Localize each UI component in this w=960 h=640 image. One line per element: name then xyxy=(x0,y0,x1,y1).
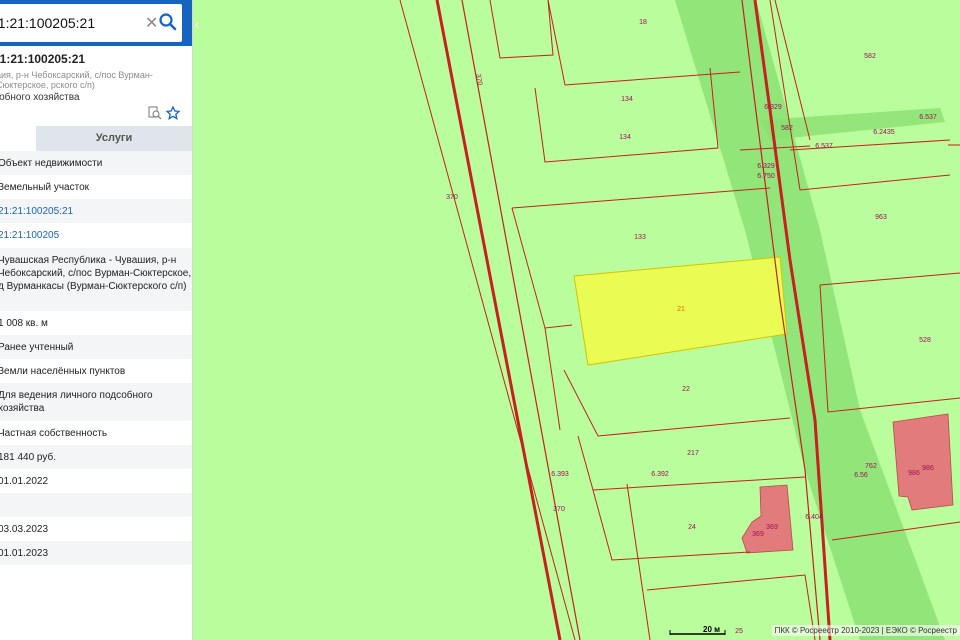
parcel-label: 986 xyxy=(908,470,920,477)
parcel-label: 22 xyxy=(682,386,690,393)
parcel-label: 528 xyxy=(919,337,931,344)
parcel-label: 582 xyxy=(781,125,793,132)
tab-info[interactable] xyxy=(0,126,36,153)
parcel-label: 762 xyxy=(865,463,877,470)
parcel-label: 6.404 xyxy=(805,514,823,521)
info-row-status: Ранее учтенный xyxy=(0,335,192,359)
parcel-label: 963 xyxy=(875,214,887,221)
parcel-label: 6.392 xyxy=(651,471,669,478)
info-row-date: 01.01.2022 xyxy=(0,476,49,487)
info-row-cadastral-value: 181 440 руб. xyxy=(0,445,192,469)
info-row-empty xyxy=(0,493,192,517)
parcel-label: 582 xyxy=(864,53,876,60)
parcel-label: 370 xyxy=(446,194,458,201)
parcel-label: 369 xyxy=(752,531,764,538)
info-row-cadastral-quarter[interactable]: 21:21:100205 xyxy=(0,223,192,248)
parcel-label: 6.537 xyxy=(815,143,833,150)
parcel-label: 6.56 xyxy=(854,472,868,479)
search-input[interactable]: 21:21:100205:21 xyxy=(0,15,95,31)
parcel-label: 24 xyxy=(688,524,696,531)
info-row-cadastral-number[interactable]: 21:21:100205:21 xyxy=(0,199,192,223)
parcel-label: 6.2435 xyxy=(873,129,895,136)
object-title: 21:21:100205:21 xyxy=(0,52,86,66)
search-box[interactable]: 21:21:100205:21 ✕ xyxy=(0,4,182,42)
tab-services[interactable]: Услуги xyxy=(36,126,192,151)
info-row-category: Земли населённых пунктов xyxy=(0,366,126,377)
parcel-label: 6.750 xyxy=(757,173,775,180)
parcel-label: 6.537 xyxy=(919,114,937,121)
collapse-panel-button[interactable]: ‹ xyxy=(192,14,202,34)
search-document-icon[interactable] xyxy=(148,106,162,120)
parcel-label: 18 xyxy=(639,19,647,26)
parcel-label: 369 xyxy=(766,524,778,531)
parcel-label: 21 xyxy=(677,306,685,313)
object-address: аия, р-н Чебоксарский, с/пос Вурман-Сюкт… xyxy=(0,70,153,90)
info-row-kind: Земельный участок xyxy=(0,182,90,193)
parcel-label: 370 xyxy=(553,506,565,513)
search-icon[interactable] xyxy=(158,12,178,32)
parcel-label: 134 xyxy=(619,134,631,141)
search-bar: 21:21:100205:21 ✕ xyxy=(0,0,192,46)
parcel-label: 133 xyxy=(634,234,646,241)
object-use: собного хозяйства xyxy=(0,92,80,103)
scale-label: 20 м xyxy=(703,625,721,634)
parcel-label: 6.393 xyxy=(551,471,569,478)
building[interactable] xyxy=(892,413,954,511)
parcel-label: 134 xyxy=(621,96,633,103)
parcel-label: 6.329 xyxy=(757,163,775,170)
parcel-label: 25 xyxy=(735,628,743,635)
parcel-label: 217 xyxy=(687,450,699,457)
info-row-ownership: Частная собственность xyxy=(0,428,108,439)
parcel-label: 6.329 xyxy=(764,104,782,111)
map-credits: ПКК © Росреестр 2010-2023 | ЕЭКО © Росре… xyxy=(771,625,960,636)
info-row-address: Чувашская Республика - Чувашия, р-н Чебо… xyxy=(0,248,192,311)
panel-tabs: Услуги xyxy=(0,126,192,153)
info-row-object-type: Объект недвижимости xyxy=(0,151,192,175)
info-row-date: 01.01.2023 xyxy=(0,541,192,565)
info-row-date: 03.03.2023 xyxy=(0,524,49,535)
parcel-label: 986 xyxy=(922,465,934,472)
favorite-star-icon[interactable] xyxy=(166,106,180,120)
clear-icon[interactable]: ✕ xyxy=(145,13,158,33)
info-row-area: 1 008 кв. м xyxy=(0,318,48,329)
info-row-permitted-use: Для ведения личного подсобного хозяйства xyxy=(0,383,192,421)
info-panel: 21:21:100205:21 ✕ 21:21:100205:21 аия, р… xyxy=(0,0,193,640)
